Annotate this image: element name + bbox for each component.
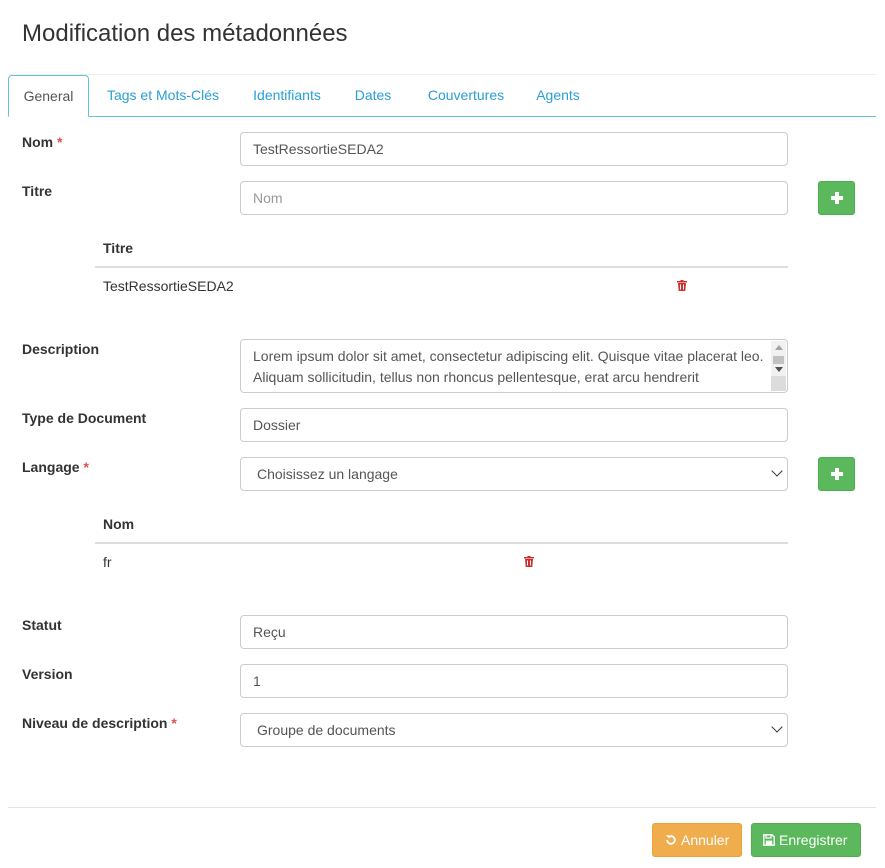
niveau-description-selected-value: Groupe de documents — [257, 722, 396, 738]
description-textarea[interactable]: Lorem ipsum dolor sit amet, consectetur … — [240, 339, 788, 393]
tab-agents[interactable]: Agents — [530, 75, 586, 116]
trash-icon[interactable] — [677, 280, 687, 291]
langage-label: Langage * — [22, 459, 89, 475]
statut-label: Statut — [22, 617, 62, 633]
scroll-down-icon[interactable] — [775, 367, 783, 372]
cancel-button[interactable]: Annuler — [652, 823, 742, 857]
scroll-up-icon[interactable] — [775, 345, 783, 350]
titre-label: Titre — [22, 183, 53, 199]
chevron-down-icon — [771, 465, 783, 477]
resize-grip-icon[interactable] — [771, 376, 786, 391]
nom-input[interactable]: TestRessortieSEDA2 — [240, 132, 788, 166]
undo-icon — [665, 835, 676, 845]
tab-identifiants[interactable]: Identifiants — [245, 75, 329, 116]
add-langage-button[interactable] — [818, 457, 855, 491]
save-button[interactable]: Enregistrer — [751, 823, 861, 857]
cancel-label: Annuler — [681, 832, 730, 848]
required-mark: * — [57, 134, 63, 150]
chevron-down-icon — [771, 721, 783, 733]
tab-tags-mots-cles[interactable]: Tags et Mots-Clés — [99, 75, 227, 116]
table-cell: fr — [103, 554, 112, 570]
titre-table-header: Titre — [103, 240, 134, 256]
floppy-disk-icon — [763, 834, 775, 846]
langage-table-header: Nom — [103, 516, 135, 532]
required-mark: * — [171, 715, 177, 731]
add-titre-button[interactable] — [818, 181, 855, 215]
tab-couvertures[interactable]: Couvertures — [418, 75, 514, 116]
textarea-scrollbar[interactable] — [771, 341, 786, 391]
niveau-description-select[interactable]: Groupe de documents — [240, 713, 788, 747]
titre-input[interactable]: Nom — [240, 181, 788, 215]
langage-select[interactable]: Choisissez un langage — [240, 457, 788, 491]
footer-divider — [8, 807, 876, 808]
plus-icon — [830, 192, 843, 204]
titre-table: Titre TestRessortieSEDA2 — [95, 230, 788, 310]
description-text: Lorem ipsum dolor sit amet, consectetur … — [253, 348, 764, 385]
tab-dates[interactable]: Dates — [347, 75, 399, 116]
langage-table: Nom fr — [95, 506, 788, 586]
page-title: Modification des métadonnées — [22, 20, 348, 47]
table-divider — [95, 266, 788, 268]
version-input[interactable]: 1 — [240, 664, 788, 698]
tab-bar: General Tags et Mots-Clés Identifiants D… — [8, 75, 876, 117]
table-divider — [95, 542, 788, 544]
version-label: Version — [22, 666, 73, 682]
plus-icon — [830, 468, 843, 480]
scroll-thumb[interactable] — [773, 356, 784, 364]
type-document-label: Type de Document — [22, 410, 147, 426]
trash-icon[interactable] — [524, 556, 534, 567]
save-label: Enregistrer — [779, 832, 848, 848]
tab-general[interactable]: General — [8, 75, 89, 117]
required-mark: * — [83, 459, 89, 475]
statut-input[interactable]: Reçu — [240, 615, 788, 649]
description-label: Description — [22, 341, 100, 357]
type-document-input[interactable]: Dossier — [240, 408, 788, 442]
niveau-description-label: Niveau de description * — [22, 715, 177, 731]
table-cell: TestRessortieSEDA2 — [103, 278, 234, 294]
nom-label: Nom * — [22, 134, 63, 150]
langage-selected-value: Choisissez un langage — [257, 466, 398, 482]
